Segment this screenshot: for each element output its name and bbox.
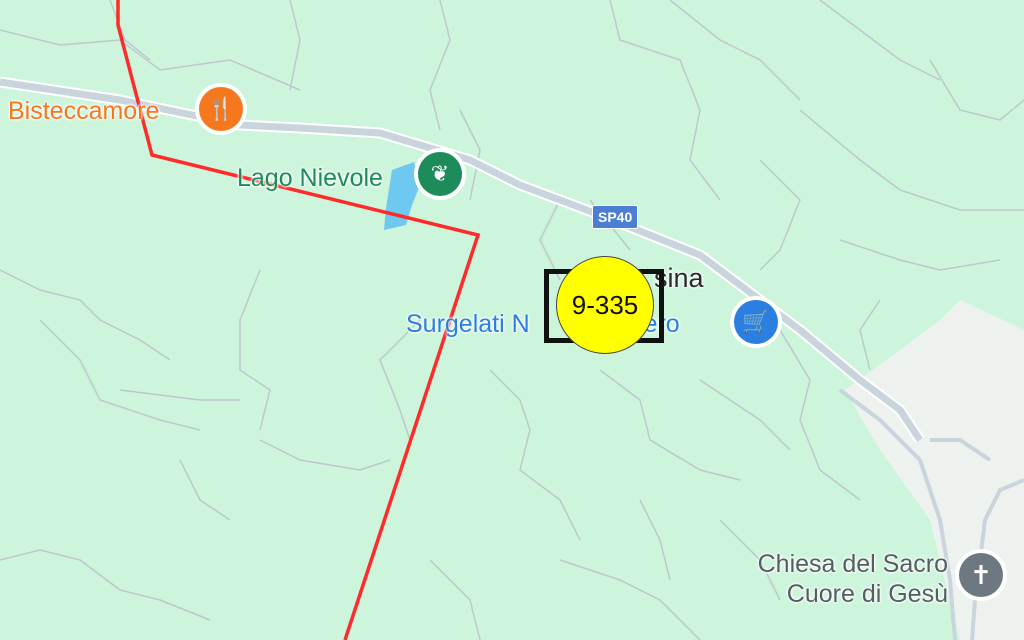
church-name-line2: Cuore di Gesù (786, 580, 948, 608)
shop-name-start: Surgelati N (406, 310, 530, 338)
poi-label-church[interactable]: Chiesa del Sacro Cuore di Gesù (728, 549, 948, 609)
fork-knife-icon[interactable]: 🍴 (199, 87, 243, 131)
marker-badge[interactable]: 9-335 (556, 256, 654, 354)
restaurant-name-start: Bistecca (8, 97, 103, 125)
nature-icon[interactable]: ❦ (418, 152, 462, 196)
shopping-cart-icon[interactable]: 🛒 (734, 300, 778, 344)
poi-label-restaurant[interactable]: Bisteccamore (8, 97, 159, 126)
road-shield-sp40: SP40 (592, 205, 639, 229)
restaurant-name-end: more (102, 97, 160, 125)
cross-icon[interactable]: ✝ (959, 553, 1003, 597)
poi-label-lake[interactable]: Lago Nievole (237, 164, 383, 193)
church-name-line1: Chiesa del Sacro (757, 550, 948, 578)
